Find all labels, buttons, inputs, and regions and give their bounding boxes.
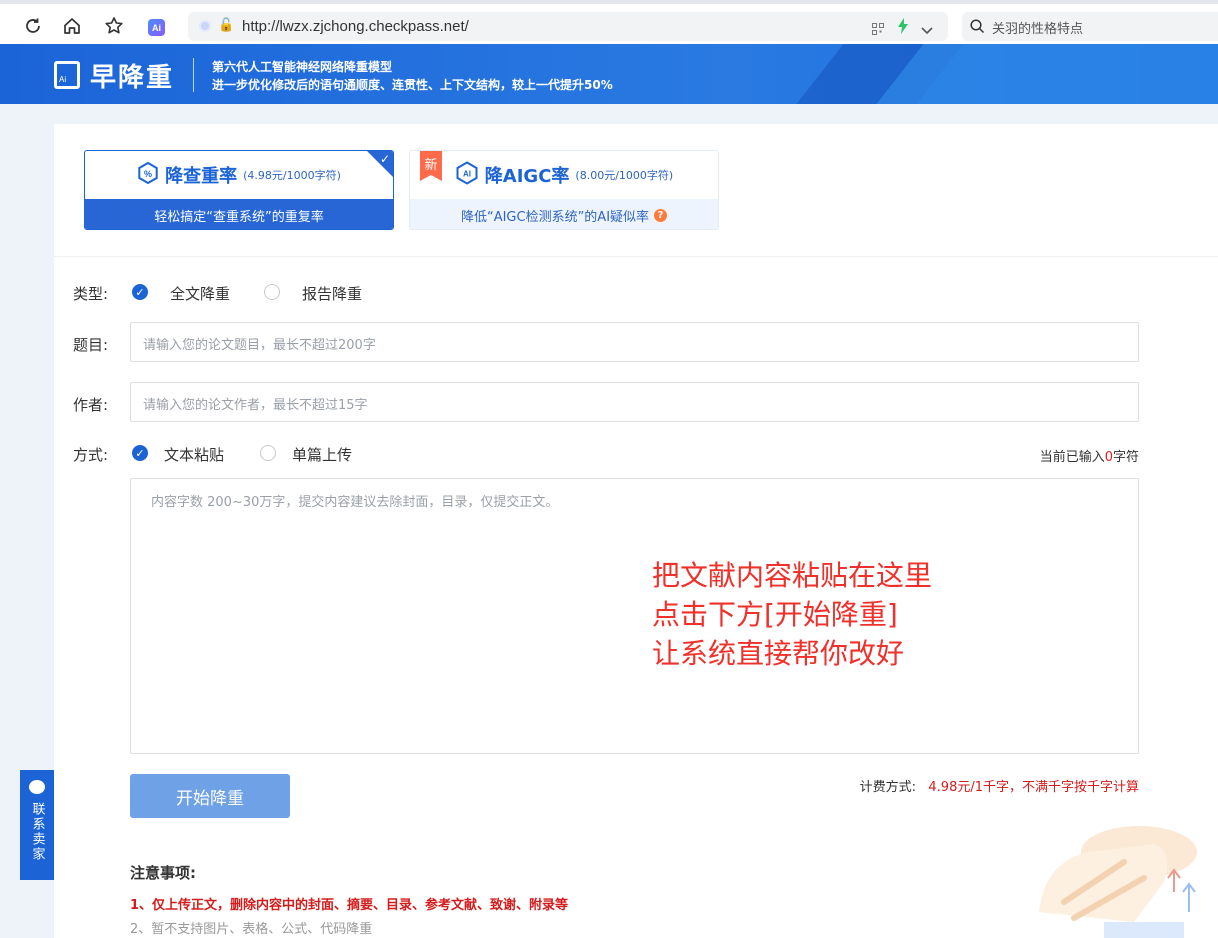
search-placeholder: 关羽的性格特点 xyxy=(992,22,1084,37)
card-subtitle: 轻松搞定“查重系统”的重复率 xyxy=(85,199,393,229)
billing-info: 计费方式: 4.98元/1千字，不满千字按千字计算 xyxy=(860,776,1139,795)
banner-divider xyxy=(193,58,194,92)
chevron-down-icon[interactable] xyxy=(921,20,933,39)
home-icon[interactable] xyxy=(59,13,85,39)
counter-prefix: 当前已输入 xyxy=(1039,450,1105,465)
type-label: 类型: xyxy=(73,285,109,303)
check-icon: ✓ xyxy=(379,152,390,166)
search-icon xyxy=(970,19,985,38)
url-text[interactable]: http://lwzx.zjchong.checkpass.net/ xyxy=(242,18,469,35)
percent-shield-icon: % xyxy=(137,161,159,188)
notice-item: 2、暂不支持图片、表格、公式、代码降重 xyxy=(130,922,373,937)
card-title: 降查重率 xyxy=(165,166,238,187)
content-textarea[interactable]: 内容字数 200~30万字，提交内容建议去除封面，目录，仅提交正文。 xyxy=(130,478,1139,754)
instruction-line: 点击下方[开始降重] xyxy=(652,598,898,631)
divider xyxy=(54,256,1218,257)
radio-paste-text[interactable]: ✓ xyxy=(132,445,148,461)
browser-search-box[interactable]: 关羽的性格特点 xyxy=(962,12,1218,41)
radio-upload[interactable] xyxy=(260,445,276,461)
counter-suffix: 字符 xyxy=(1112,450,1139,465)
banner-tagline: 第六代人工智能神经网络降重模型 xyxy=(212,60,393,74)
browser-toolbar: Ai 🔓 http://lwzx.zjchong.checkpass.net/ … xyxy=(0,0,1218,44)
card-subtitle-row: 降低“AIGC检测系统”的AI疑似率 ? xyxy=(410,199,718,229)
site-icon xyxy=(199,20,211,32)
title-label: 题目: xyxy=(73,336,109,354)
author-placeholder: 请输入您的论文作者，最长不超过15字 xyxy=(143,398,368,413)
billing-label: 计费方式: xyxy=(859,780,916,795)
content-placeholder: 内容字数 200~30万字，提交内容建议去除封面，目录，仅提交正文。 xyxy=(151,495,559,510)
main-panel: % 降查重率 (4.98元/1000字符) 轻松搞定“查重系统”的重复率 ✓ A… xyxy=(54,124,1218,938)
card-subtitle: 降低“AIGC检测系统”的AI疑似率 xyxy=(460,209,650,225)
author-input[interactable]: 请输入您的论文作者，最长不超过15字 xyxy=(130,382,1139,422)
radio-label-upload[interactable]: 单篇上传 xyxy=(292,444,352,465)
instruction-line: 让系统直接帮你改好 xyxy=(652,637,905,670)
notice-item: 1、仅上传正文，删除内容中的封面、摘要、目录、参考文献、致谢、附录等 xyxy=(130,898,569,913)
insecure-lock-icon[interactable]: 🔓 xyxy=(218,18,234,33)
qr-code-icon[interactable] xyxy=(872,20,884,39)
site-header-banner: Ai 早降重 第六代人工智能神经网络降重模型 进一步优化修改后的语句通顺度、连贯… xyxy=(0,44,1218,104)
help-icon[interactable]: ? xyxy=(654,208,668,222)
title-input[interactable]: 请输入您的论文题目，最长不超过200字 xyxy=(130,322,1139,362)
card-price: (4.98元/1000字符) xyxy=(243,169,341,182)
star-icon[interactable] xyxy=(101,13,127,39)
instruction-line: 把文献内容粘贴在这里 xyxy=(652,559,933,592)
svg-text:%: % xyxy=(144,169,152,179)
radio-label-report[interactable]: 报告降重 xyxy=(302,283,362,304)
contact-seller-label: 联系卖家 xyxy=(29,802,45,862)
logo-text[interactable]: 早降重 xyxy=(90,57,174,94)
instruction-overlay: 把文献内容粘贴在这里 点击下方[开始降重] 让系统直接帮你改好 xyxy=(652,556,932,673)
radio-label-paste-text[interactable]: 文本粘贴 xyxy=(164,444,224,465)
reload-icon[interactable] xyxy=(20,13,46,39)
mode-label: 方式: xyxy=(73,446,109,464)
radio-full-text[interactable]: ✓ xyxy=(132,284,148,300)
svg-text:AI: AI xyxy=(463,170,471,179)
card-title: 降AIGC率 xyxy=(484,166,570,187)
radio-report[interactable] xyxy=(264,284,280,300)
service-card-duplicate-rate[interactable]: % 降查重率 (4.98元/1000字符) 轻松搞定“查重系统”的重复率 ✓ xyxy=(84,150,394,230)
card-header: % 降查重率 (4.98元/1000字符) xyxy=(85,151,393,199)
address-bar[interactable]: 🔓 http://lwzx.zjchong.checkpass.net/ xyxy=(188,12,948,41)
radio-label-full-text[interactable]: 全文降重 xyxy=(170,283,230,304)
author-label: 作者: xyxy=(73,396,109,414)
notice-title: 注意事项: xyxy=(130,864,196,882)
title-placeholder: 请输入您的论文题目，最长不超过200字 xyxy=(143,338,376,353)
card-price: (8.00元/1000字符) xyxy=(575,169,674,182)
service-card-aigc-rate[interactable]: AI 降AIGC率 (8.00元/1000字符) 降低“AIGC检测系统”的AI… xyxy=(409,150,719,230)
document-illustration xyxy=(1039,826,1197,938)
char-counter: 当前已输入0字符 xyxy=(1040,446,1139,465)
banner-description: 进一步优化修改后的语句通顺度、连贯性、上下文结构，较上一代提升50% xyxy=(212,78,613,92)
start-button[interactable]: 开始降重 xyxy=(130,774,290,818)
chat-bubble-icon xyxy=(29,780,45,794)
contact-seller-button[interactable]: 联系卖家 xyxy=(20,770,54,880)
card-header: AI 降AIGC率 (8.00元/1000字符) xyxy=(410,151,718,199)
logo-icon[interactable]: Ai xyxy=(54,61,80,89)
billing-value: 4.98元/1千字，不满千字按千字计算 xyxy=(928,780,1139,795)
speed-bolt-icon[interactable] xyxy=(897,18,909,38)
banner-decoration xyxy=(876,44,1218,104)
counter-value: 0 xyxy=(1104,450,1113,465)
ai-hexagon-icon: AI xyxy=(455,161,479,189)
ai-assistant-icon[interactable]: Ai xyxy=(148,19,165,36)
